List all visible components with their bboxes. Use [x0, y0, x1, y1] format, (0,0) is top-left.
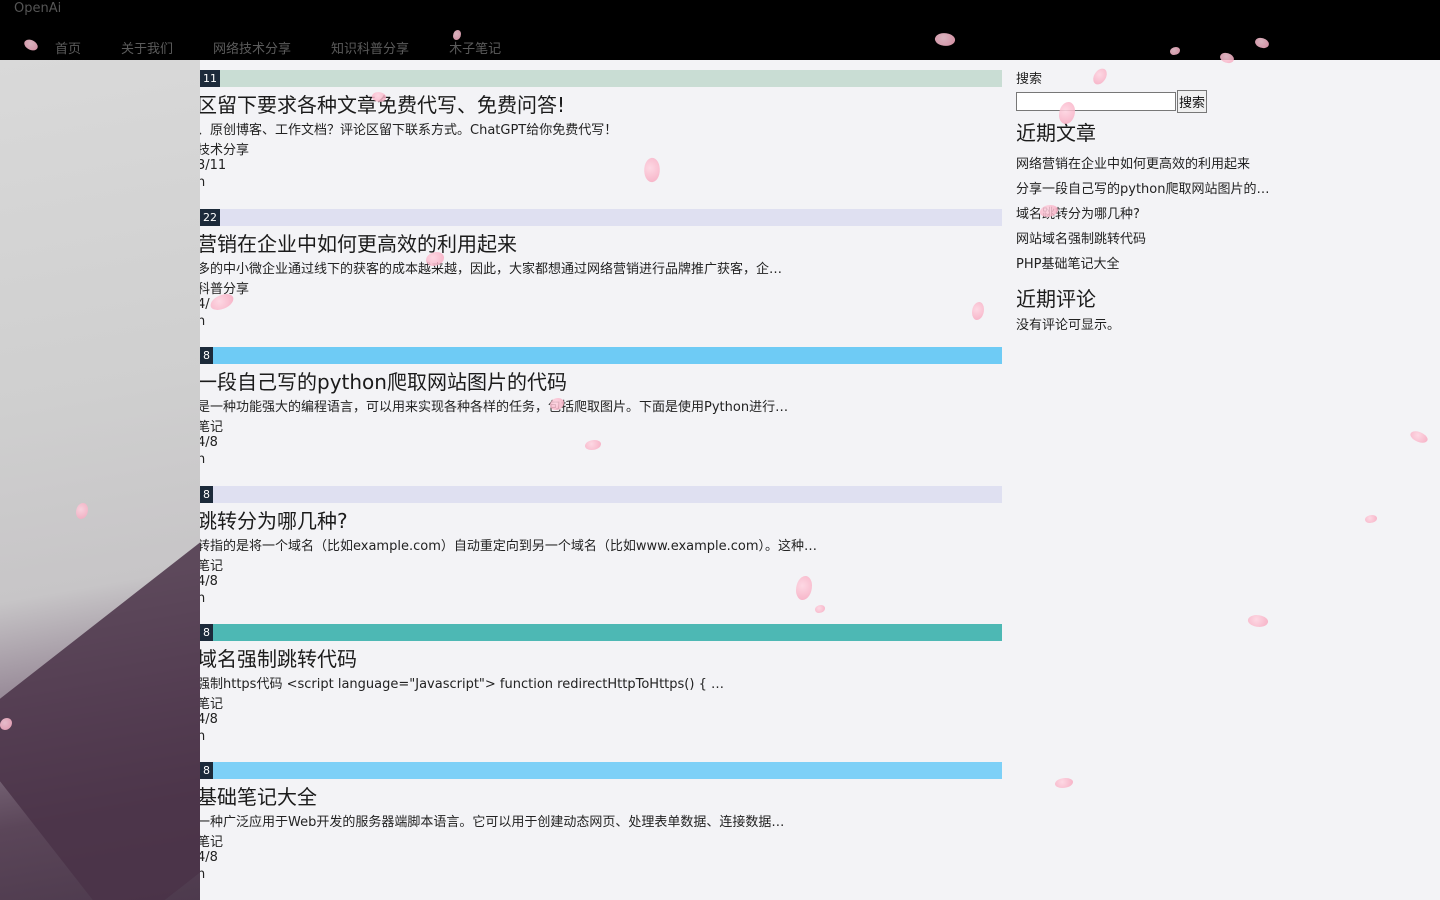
petal-decoration	[1365, 515, 1377, 523]
nav-about[interactable]: 关于我们	[121, 38, 173, 57]
post-badge: 11	[200, 70, 220, 87]
post-excerpt: 多的中小微企业通过线下的获客的成本越来越，因此，大家都想通过网络营销进行品牌推广…	[200, 262, 783, 277]
recent-post-link[interactable]: 网站域名强制跳转代码	[1016, 227, 1296, 252]
nav-science[interactable]: 知识科普分享	[331, 38, 409, 57]
search-input[interactable]	[1016, 92, 1176, 111]
recent-post-link[interactable]: 分享一段自己写的python爬取网站图片的…	[1016, 177, 1296, 202]
post-read-more[interactable]: n	[200, 175, 205, 190]
post-badge: 8	[200, 486, 213, 503]
recent-post-link[interactable]: 网络营销在企业中如何更高效的利用起来	[1016, 152, 1296, 177]
main-nav: 首页 关于我们 网络技术分享 知识科普分享 木子笔记	[55, 38, 541, 57]
sidebar: 搜索 搜索 近期文章 网络营销在企业中如何更高效的利用起来 分享一段自己写的py…	[1016, 68, 1296, 334]
post-item: 8 域名强制跳转代码 强制https代码 <script language="J…	[200, 614, 1002, 752]
nav-home[interactable]: 首页	[55, 38, 81, 57]
recent-post-link[interactable]: 域名跳转分为哪几种?	[1016, 202, 1296, 227]
post-item: 8 基础笔记大全 一种广泛应用于Web开发的服务器端脚本语言。它可以用于创建动态…	[200, 752, 1002, 890]
petal-decoration	[1408, 428, 1430, 446]
post-item: 11 区留下要求各种文章免费代写、免费问答! 、原创博客、工作文档？评论区留下联…	[200, 60, 1002, 198]
post-excerpt: 是一种功能强大的编程语言，可以用来实现各种各样的任务，包括爬取图片。下面是使用P…	[200, 400, 789, 415]
post-badge: 8	[200, 762, 213, 779]
post-excerpt: 一种广泛应用于Web开发的服务器端脚本语言。它可以用于创建动态网页、处理表单数据…	[200, 815, 785, 830]
post-title[interactable]: 基础笔记大全	[200, 781, 317, 810]
post-category[interactable]: 笔记	[200, 555, 223, 574]
post-thumbnail-bar[interactable]	[200, 70, 1002, 87]
post-thumbnail-bar[interactable]	[200, 486, 1002, 503]
post-category[interactable]: 技术分享	[200, 139, 249, 158]
post-excerpt: 强制https代码 <script language="Javascript">…	[200, 677, 724, 692]
post-thumbnail-bar[interactable]	[200, 347, 1002, 364]
petal-decoration	[1055, 778, 1073, 788]
post-badge: 22	[200, 209, 220, 226]
post-category[interactable]: 科普分享	[200, 278, 249, 297]
post-date: 4/8	[200, 574, 218, 589]
post-thumbnail-bar[interactable]	[200, 209, 1002, 226]
post-category[interactable]: 笔记	[200, 831, 223, 850]
post-item: 22 营销在企业中如何更高效的利用起来 多的中小微企业通过线下的获客的成本越来越…	[200, 199, 1002, 337]
post-read-more[interactable]: n	[200, 729, 205, 744]
post-read-more[interactable]: n	[200, 452, 205, 467]
post-title[interactable]: 区留下要求各种文章免费代写、免费问答!	[200, 89, 565, 118]
post-title[interactable]: 域名强制跳转代码	[200, 643, 357, 672]
post-title[interactable]: 一段自己写的python爬取网站图片的代码	[200, 366, 567, 395]
post-thumbnail-bar[interactable]	[200, 762, 1002, 779]
search-label: 搜索	[1016, 72, 1043, 87]
post-read-more[interactable]: n	[200, 314, 205, 329]
no-comments-text: 没有评论可显示。	[1016, 318, 1121, 333]
post-date: 4/8	[200, 712, 218, 727]
post-title[interactable]: 营销在企业中如何更高效的利用起来	[200, 228, 517, 257]
nav-notes[interactable]: 木子笔记	[449, 38, 501, 57]
post-date: 4/8	[200, 850, 218, 865]
recent-comments-heading: 近期评论	[1016, 287, 1096, 311]
recent-post-link[interactable]: PHP基础笔记大全	[1016, 252, 1296, 277]
post-category[interactable]: 笔记	[200, 693, 223, 712]
site-brand[interactable]: OpenAi	[14, 1, 61, 16]
recent-posts-heading: 近期文章	[1016, 121, 1096, 145]
post-category[interactable]: 笔记	[200, 416, 223, 435]
post-item: 8 一段自己写的python爬取网站图片的代码 是一种功能强大的编程语言，可以用…	[200, 337, 1002, 475]
post-thumbnail-bar[interactable]	[200, 624, 1002, 641]
post-date: 4/8	[200, 435, 218, 450]
petal-decoration	[1246, 612, 1270, 630]
post-badge: 8	[200, 624, 213, 641]
top-navigation-bar: OpenAi 首页 关于我们 网络技术分享 知识科普分享 木子笔记	[0, 0, 1440, 60]
mountain-shape	[0, 532, 200, 900]
nav-network-tech[interactable]: 网络技术分享	[213, 38, 291, 57]
background-photo	[0, 60, 200, 900]
search-form: 搜索	[1016, 90, 1296, 113]
post-list: 11 区留下要求各种文章免费代写、免费问答! 、原创博客、工作文档？评论区留下联…	[200, 60, 1002, 900]
post-badge: 8	[200, 347, 213, 364]
post-read-more[interactable]: n	[200, 867, 205, 882]
post-item: 8 跳转分为哪几种? 转指的是将一个域名（比如example.com）自动重定向…	[200, 476, 1002, 614]
post-date: 3/11	[200, 158, 227, 173]
post-excerpt: 转指的是将一个域名（比如example.com）自动重定向到另一个域名（比如ww…	[200, 539, 818, 554]
post-date: 4/	[200, 297, 210, 312]
post-title[interactable]: 跳转分为哪几种?	[200, 505, 348, 534]
search-button[interactable]: 搜索	[1177, 90, 1208, 113]
post-read-more[interactable]: n	[200, 591, 205, 606]
post-excerpt: 、原创博客、工作文档？评论区留下联系方式。ChatGPT给你免费代写！	[200, 123, 618, 138]
